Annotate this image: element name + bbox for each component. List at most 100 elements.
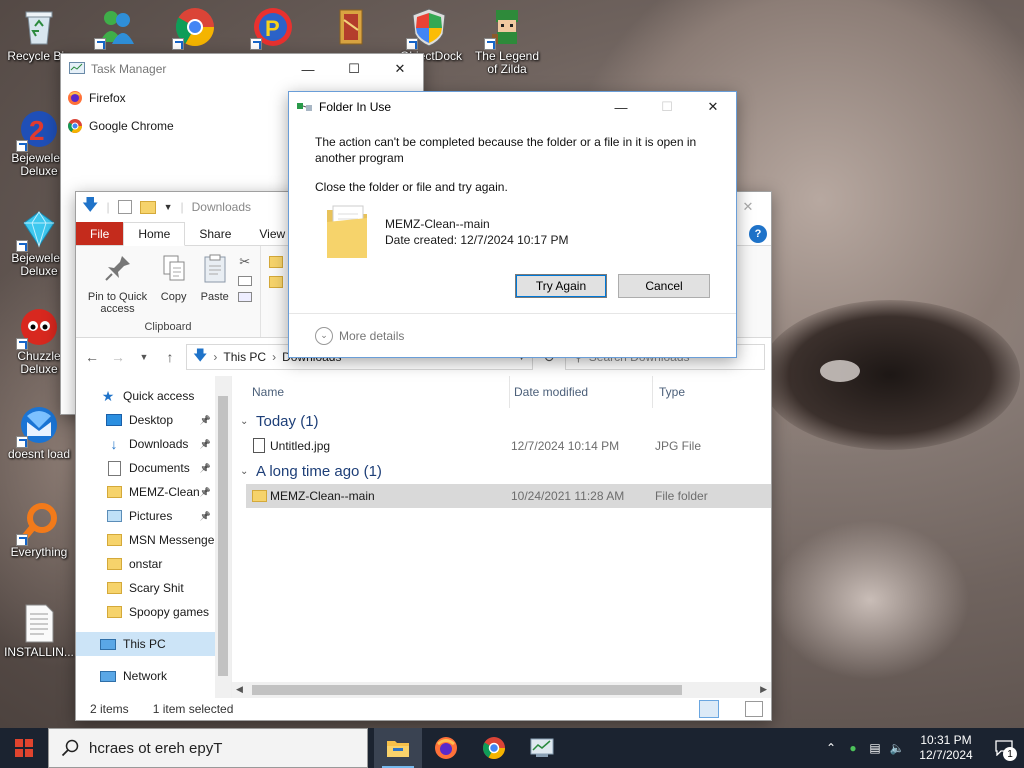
back-button[interactable]: ← [82,349,102,365]
folder-book-icon [330,6,372,48]
file-row[interactable]: MEMZ-Clean--main 10/24/2021 11:28 AM File … [246,484,771,508]
help-icon[interactable]: ? [749,225,767,243]
more-details-toggle[interactable]: ⌄ More details [289,313,736,357]
column-date-modified[interactable]: Date modified [509,375,588,408]
start-button[interactable] [0,728,48,768]
desktop-icon-msn[interactable] [80,6,154,50]
breadcrumb-separator: › [213,350,218,364]
action-center-button[interactable]: 1 [984,728,1024,768]
sidebar-item-spoopy-games[interactable]: Spoopy games [76,600,215,624]
breadcrumb-this-pc[interactable]: This PC [223,350,266,364]
details-view-button[interactable] [699,700,719,718]
taskbar-task-manager[interactable] [518,728,566,768]
forward-button[interactable]: → [108,349,128,365]
copy-to-icon[interactable] [269,276,283,288]
tab-share[interactable]: Share [185,222,245,245]
taskbar-chrome[interactable] [470,728,518,768]
move-to-icon[interactable] [269,256,283,268]
horizontal-scrollbar[interactable]: ◀ ▶ [232,682,771,698]
pin-icon [104,256,130,281]
group-header[interactable]: ⌄ Today (1) [232,408,771,434]
sidebar-item-scary-shit[interactable]: Scary Shit [76,576,215,600]
paste-label: Paste [200,291,229,303]
properties-icon[interactable] [117,200,132,214]
column-type[interactable]: Type [652,375,685,408]
close-button[interactable]: ✕ [690,92,736,122]
folder-icon [106,532,122,548]
chrome-icon [68,119,82,133]
sidebar-item-desktop[interactable]: Desktop 📌 [76,408,215,432]
tab-file[interactable]: File [76,222,124,245]
copy-icon [163,255,185,281]
everything-icon [16,502,60,546]
cancel-button[interactable]: Cancel [618,274,710,298]
folder-icon [106,556,122,572]
sidebar-item-network[interactable]: Network [76,664,215,688]
file-type: File folder [655,489,708,503]
taskbar-search-box[interactable]: hcraes ot ereh epyT [48,728,368,768]
sidebar-item-label: Quick access [123,389,195,403]
file-row[interactable]: Untitled.jpg 12/7/2024 10:14 PM JPG File [246,434,771,458]
show-hidden-icons-icon[interactable]: ⌃ [820,741,842,755]
maximize-button[interactable]: ☐ [644,92,690,122]
task-manager-titlebar[interactable]: Task Manager — ☐ ✕ [61,54,423,84]
customize-toolbar-icon[interactable]: ▼ [164,202,173,212]
desktop-icon-legend-of-zilda[interactable]: The Legend of Zilda [470,6,544,76]
pin-icon: 📌 [199,510,211,521]
folder-icon [106,580,122,596]
sidebar-item-this-pc[interactable]: This PC [76,632,215,656]
up-button[interactable]: ↑ [160,349,180,365]
copy-path-icon[interactable] [237,276,252,286]
column-name[interactable]: Name [252,385,284,399]
scroll-left-icon[interactable]: ◀ [236,684,243,695]
recent-locations-button[interactable]: ▼ [134,352,154,362]
clock[interactable]: 10:31 PM 12/7/2024 [908,733,984,763]
scroll-right-icon[interactable]: ▶ [760,684,767,695]
taskbar-file-explorer[interactable] [374,728,422,768]
status-bar: 2 items 1 item selected [76,698,771,720]
clock-time: 10:31 PM [920,733,972,747]
scrollbar-thumb[interactable] [218,396,228,676]
sidebar-item-memz-clean[interactable]: MEMZ-Clean 📌 [76,480,215,504]
desktop-icon-chrome[interactable] [158,6,232,50]
desktop-icon-installing[interactable]: INSTALLIN... [2,602,76,659]
new-folder-icon[interactable] [139,200,156,214]
sidebar-item-documents[interactable]: Documents 📌 [76,456,215,480]
desktop-icon-folder-book[interactable] [314,6,388,50]
group-header[interactable]: ⌄ A long time ago (1) [232,458,771,484]
volume-icon[interactable]: 🔈 [886,741,908,755]
file-explorer-icon [387,741,409,757]
minimize-button[interactable]: — [598,92,644,122]
sidebar-item-label: Spoopy games [129,605,210,619]
maximize-button[interactable]: ☐ [331,54,377,84]
file-name: Untitled.jpg [270,439,331,453]
network-icon[interactable]: ▤ [864,741,886,755]
item-count: 2 items [90,702,129,716]
scrollbar-thumb[interactable] [252,685,682,695]
minimize-button[interactable]: — [285,54,331,84]
sidebar-item-quick-access[interactable]: ★ Quick access [76,384,215,408]
cut-icon[interactable]: ✂ [239,254,250,270]
app-name: Firefox [89,91,126,105]
chevron-down-icon: ⌄ [240,465,249,477]
large-icons-view-button[interactable] [745,701,763,717]
task-manager-title: Task Manager [91,62,167,76]
dialog-titlebar[interactable]: Folder In Use — ☐ ✕ [289,92,736,122]
try-again-button[interactable]: Try Again [515,274,607,298]
paste-shortcut-icon[interactable] [237,292,252,302]
close-button[interactable]: ✕ [377,54,423,84]
taskbar-firefox[interactable] [422,728,470,768]
star-icon: ★ [101,387,115,404]
desktop-icon-everything[interactable]: Everything [2,502,76,559]
sidebar-item-downloads[interactable]: ↓ Downloads 📌 [76,432,215,456]
tab-home[interactable]: Home [123,222,186,246]
user-status-icon[interactable]: ● [842,741,864,755]
pin-icon: 📌 [199,462,211,473]
sidebar-item-pictures[interactable]: Pictures 📌 [76,504,215,528]
close-icon: ✕ [394,61,406,76]
sidebar-item-onstar[interactable]: onstar [76,552,215,576]
bejeweled-icon [16,208,60,252]
desktop-icon-pacman[interactable]: P [236,6,310,50]
sidebar-item-msn-messenger[interactable]: MSN Messenger [76,528,215,552]
vertical-scrollbar[interactable] [215,376,231,698]
